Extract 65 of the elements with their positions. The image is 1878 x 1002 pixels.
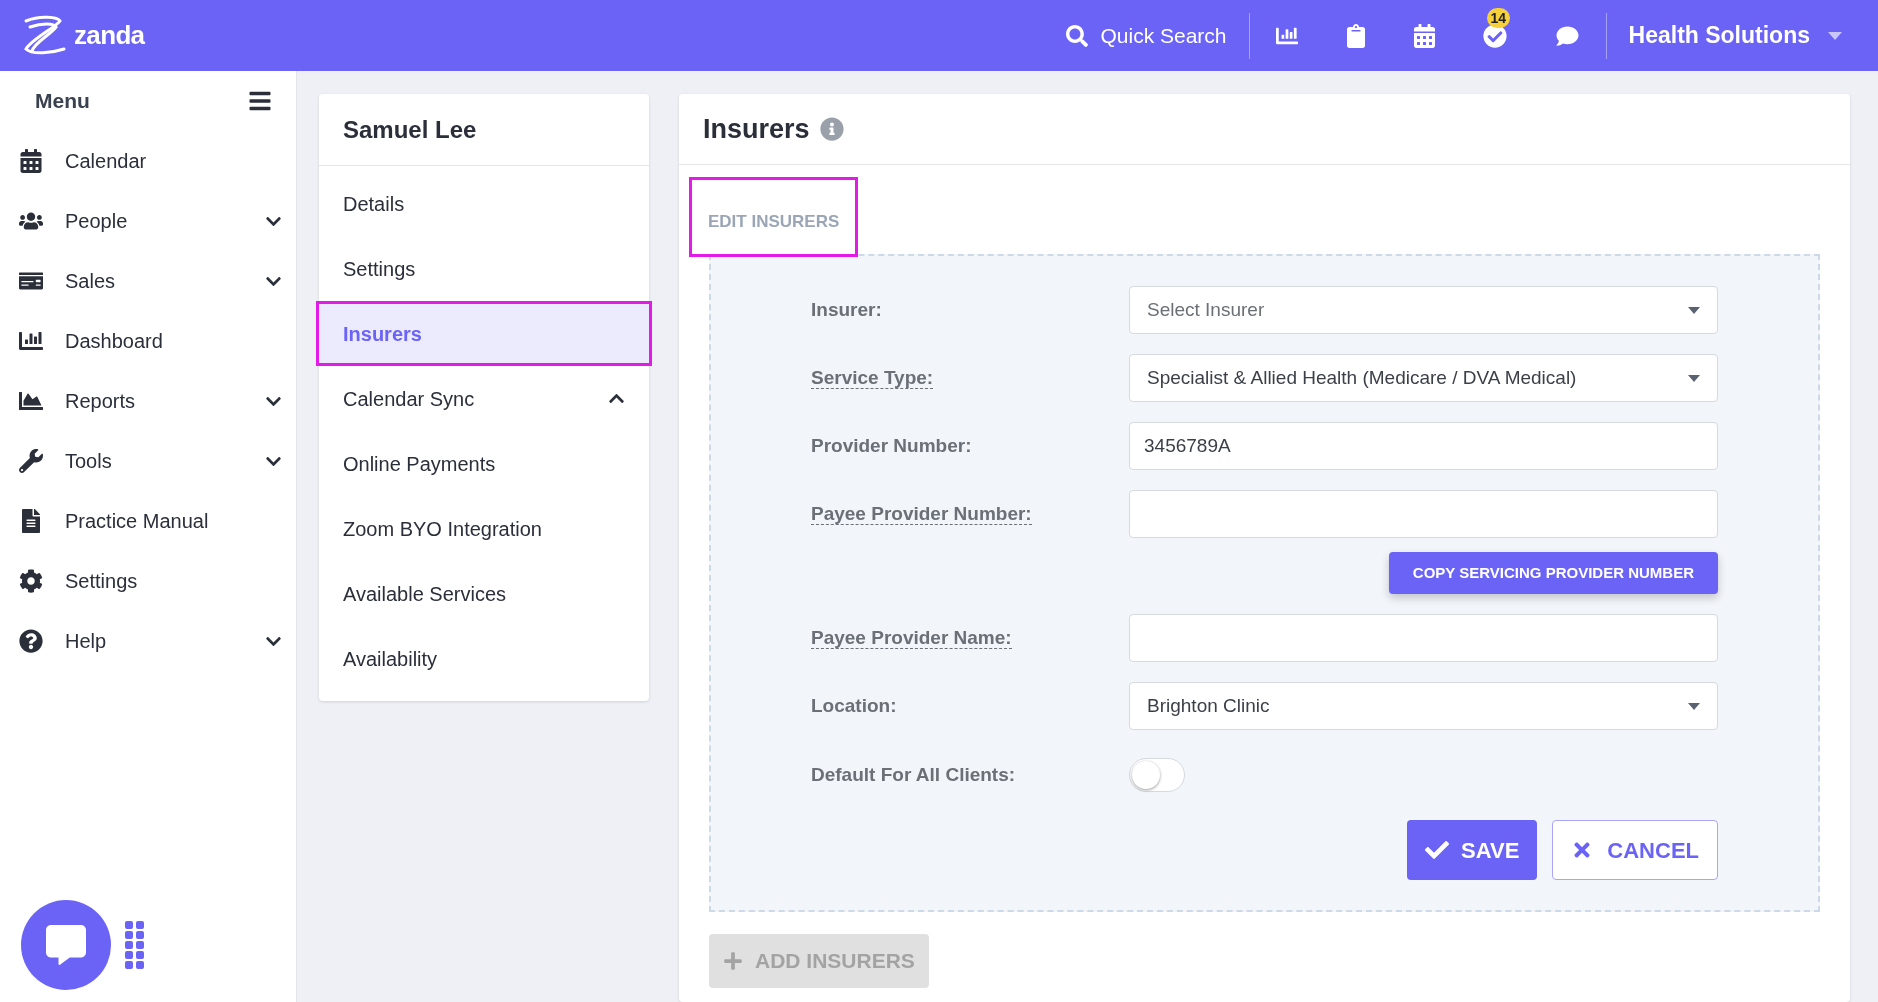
quick-search-button[interactable]: Quick Search — [1066, 19, 1249, 52]
document-icon — [19, 509, 43, 533]
sidebar-item[interactable]: Settings — [0, 551, 296, 611]
sidebar-item[interactable]: Tools — [0, 431, 296, 491]
gear-icon — [19, 569, 43, 593]
field-label: Default For All Clients: — [811, 763, 1016, 785]
caret-icon — [1688, 306, 1700, 314]
caret-icon — [1828, 31, 1842, 40]
field-label: Insurer: — [811, 298, 882, 320]
chat-bubble-icon — [46, 925, 86, 965]
sidebar-item[interactable]: Calendar — [0, 131, 296, 191]
select-value: Brighton Clinic — [1147, 693, 1270, 718]
input-field[interactable] — [1129, 614, 1718, 662]
caret-icon — [1688, 702, 1700, 710]
sidebar-item[interactable]: Dashboard — [0, 311, 296, 371]
copy-provider-number-button[interactable]: COPY SERVICING PROVIDER NUMBER — [1388, 552, 1718, 594]
profile-nav-item[interactable]: Settings — [319, 236, 649, 301]
menu-icon[interactable] — [248, 89, 272, 113]
profile-nav-item[interactable]: Calendar Sync — [319, 366, 649, 431]
menu-title: Menu — [35, 88, 90, 115]
select-field[interactable]: Select Insurer — [1129, 286, 1718, 334]
sidebar-item[interactable]: People — [0, 191, 296, 251]
select-placeholder: Select Insurer — [1147, 297, 1265, 322]
field-label: Payee Provider Number: — [811, 502, 1032, 525]
caret-icon — [1688, 374, 1700, 382]
profile-nav-item[interactable]: Insurers — [316, 301, 652, 366]
bar-chart-icon — [19, 329, 43, 353]
page-title: Insurers — [703, 112, 810, 146]
field-label: Service Type: — [811, 366, 934, 389]
account-dropdown[interactable]: Health Solutions — [1606, 18, 1842, 53]
logo-text: zanda — [74, 19, 145, 52]
toggle-switch[interactable] — [1129, 758, 1185, 792]
sidebar-item[interactable]: Practice Manual — [0, 491, 296, 551]
area-chart-icon — [19, 389, 43, 413]
field-label: Provider Number: — [811, 434, 972, 456]
field-label: Location: — [811, 694, 897, 716]
input-field[interactable] — [1129, 490, 1718, 538]
profile-name: Samuel Lee — [343, 114, 477, 145]
profile-nav-item[interactable]: Details — [319, 171, 649, 236]
clipboard-icon[interactable] — [1345, 23, 1366, 48]
profile-nav-item[interactable]: Online Payments — [319, 431, 649, 496]
cancel-button[interactable]: CANCEL — [1552, 820, 1718, 880]
info-icon — [819, 117, 844, 141]
check-icon — [1425, 838, 1450, 862]
select-value: Specialist & Allied Health (Medicare / DVA Medical) — [1147, 365, 1577, 390]
sidebar-item[interactable]: Sales — [0, 251, 296, 311]
profile-nav-item[interactable]: Zoom BYO Integration — [319, 496, 649, 561]
profile-nav-item[interactable]: Availability — [319, 626, 649, 691]
profile-nav-item[interactable]: Available Services — [319, 561, 649, 626]
drag-handle-icon[interactable] — [125, 921, 145, 969]
wrench-icon — [19, 449, 43, 473]
notification-badge: 14 — [1486, 7, 1511, 28]
calendar-icon — [19, 149, 43, 173]
save-button[interactable]: SAVE — [1407, 820, 1538, 880]
sidebar-item[interactable]: Help — [0, 611, 296, 671]
help-icon — [19, 629, 43, 653]
chat-icon[interactable] — [1554, 24, 1580, 47]
search-icon — [1066, 24, 1089, 47]
select-field[interactable]: Brighton Clinic — [1129, 682, 1718, 730]
sidebar-item[interactable]: Reports — [0, 371, 296, 431]
plus-icon — [723, 951, 743, 971]
calendar-icon[interactable] — [1413, 23, 1435, 48]
input-field[interactable]: 3456789A — [1129, 422, 1718, 470]
select-field[interactable]: Specialist & Allied Health (Medicare / DVA Medical) — [1129, 354, 1718, 402]
field-label: Payee Provider Name: — [811, 626, 1012, 649]
